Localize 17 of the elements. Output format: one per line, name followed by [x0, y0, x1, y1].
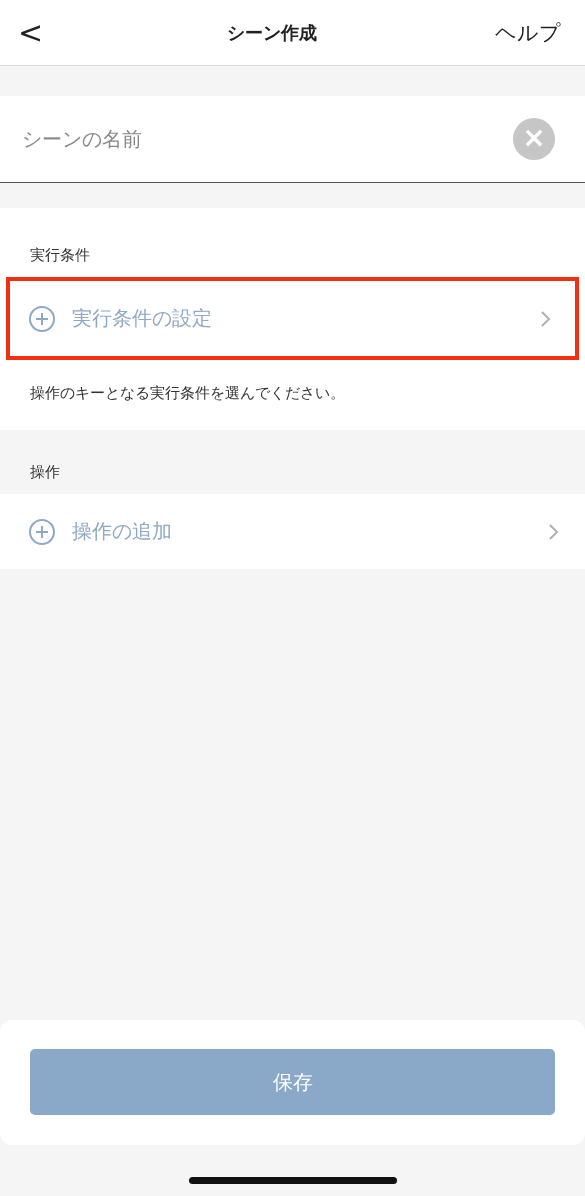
- back-button[interactable]: <: [12, 15, 50, 50]
- hint-text: 操作のキーとなる実行条件を選んでください。: [29, 384, 346, 403]
- plus-circle-icon: [28, 304, 56, 333]
- chevron-right-icon: [547, 522, 559, 541]
- help-button[interactable]: ヘルプ: [495, 18, 561, 47]
- list-row[interactable]: 実行条件の設定: [6, 277, 579, 360]
- row-label: 操作の追加: [72, 518, 172, 545]
- chevron-right-icon: [539, 309, 551, 328]
- screen-title: シーン作成: [226, 20, 319, 45]
- save-button[interactable]: 保存: [30, 1049, 555, 1115]
- list-row[interactable]: 操作の追加: [0, 494, 585, 569]
- row-label: 実行条件の設定: [72, 305, 212, 332]
- section-label: 実行条件: [29, 246, 91, 265]
- plus-circle-icon: [28, 517, 56, 546]
- scene-name-field[interactable]: シーンの名前 ×: [0, 96, 585, 183]
- section-label: 操作: [29, 463, 61, 482]
- clear-button[interactable]: ×: [513, 118, 555, 160]
